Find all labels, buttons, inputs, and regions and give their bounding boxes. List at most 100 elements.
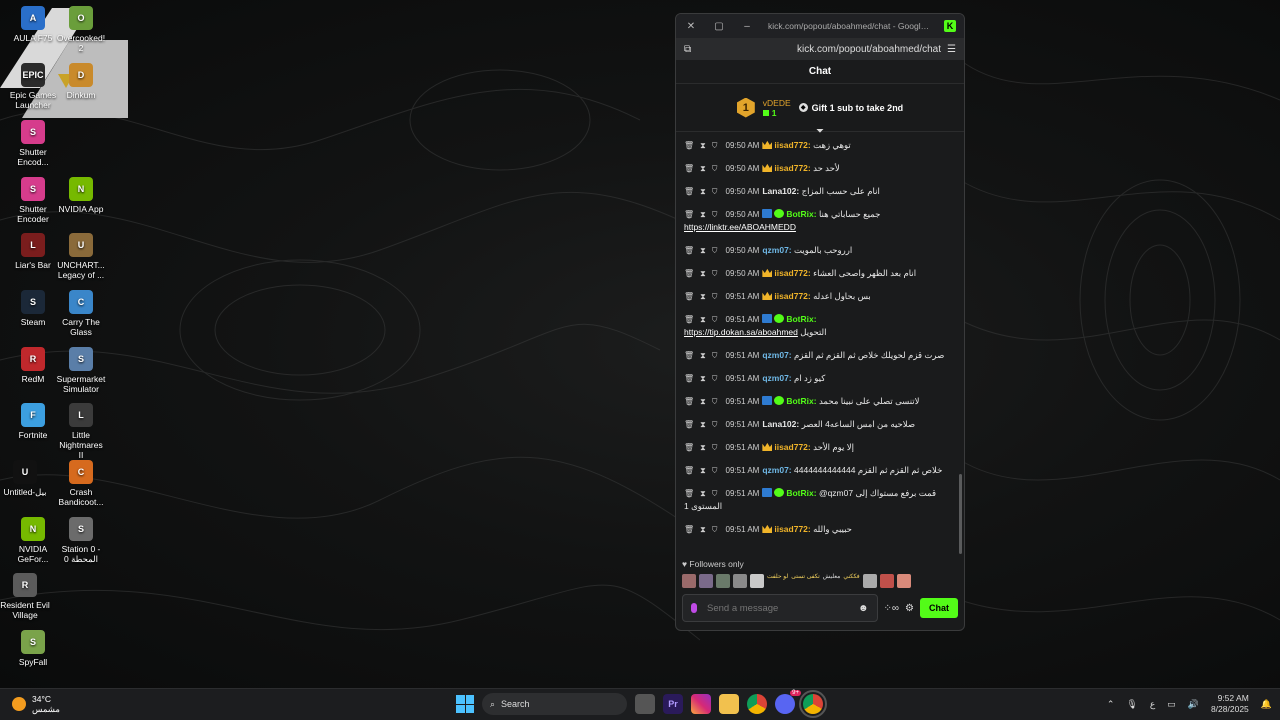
emote-item[interactable] <box>879 574 894 588</box>
moderation-tools-icon[interactable]: 🗑⧗⛉ <box>684 246 724 255</box>
emote-item[interactable] <box>733 574 747 588</box>
emote-text-item[interactable]: تكفى تستى <box>791 574 820 588</box>
network-icon[interactable]: ▭ <box>1167 699 1176 710</box>
moderation-tools-icon[interactable]: 🗑⧗⛉ <box>684 210 724 219</box>
moderation-tools-icon[interactable]: 🗑⧗⛉ <box>684 397 724 406</box>
desktop-shortcut[interactable]: U UNCHART... Legacy of ... <box>56 233 106 280</box>
message-link[interactable]: https://tip.dokan.sa/aboahmed <box>684 327 798 337</box>
emote-text-item[interactable]: لو حلفت <box>767 574 788 588</box>
desktop-shortcut[interactable]: N NVIDIA App <box>56 177 106 214</box>
chat-message[interactable]: 🗑⧗⛉ 09:51 AM iisad772: حبيبي والله <box>684 518 948 541</box>
message-username[interactable]: qzm07: <box>762 465 791 475</box>
message-username[interactable]: BotRix: <box>786 314 816 324</box>
moderation-tools-icon[interactable]: 🗑⧗⛉ <box>684 443 724 452</box>
desktop-shortcut[interactable]: F Fortnite <box>8 403 58 440</box>
desktop-shortcut[interactable]: C Crash Bandicoot... <box>56 460 106 507</box>
close-icon[interactable]: ✕ <box>684 21 698 32</box>
premiere-pro-icon[interactable]: Pr <box>663 694 683 714</box>
chat-message[interactable]: 🗑⧗⛉ 09:51 AM qzm07: كيو زد ام <box>684 367 948 390</box>
desktop-shortcut[interactable]: S Station 0 - المحطة 0 <box>56 517 106 564</box>
moderation-tools-icon[interactable]: 🗑⧗⛉ <box>684 315 724 324</box>
moderation-tools-icon[interactable]: 🗑⧗⛉ <box>684 420 724 429</box>
desktop-shortcut[interactable]: S Shutter Encoder <box>8 177 58 224</box>
chrome-active-icon[interactable] <box>799 690 827 718</box>
desktop-shortcut[interactable]: EPIC Epic Games Launcher <box>8 63 58 110</box>
moderation-tools-icon[interactable]: 🗑⧗⛉ <box>684 489 724 498</box>
message-input-box[interactable]: ☻ <box>682 594 878 622</box>
chat-scrollbar[interactable] <box>959 474 962 554</box>
desktop-shortcut[interactable]: R Resident Evil Village <box>0 573 50 620</box>
minimize-icon[interactable]: – <box>740 21 754 32</box>
chrome-icon[interactable] <box>747 694 767 714</box>
settings-gear-icon[interactable]: ⚙ <box>905 603 914 614</box>
volume-icon[interactable]: 🔊 <box>1188 699 1199 710</box>
chat-message[interactable]: 🗑⧗⛉ 09:51 AM qzm07: صرت قزم لحويلك خلاص ثم… <box>684 344 948 367</box>
emote-item[interactable] <box>862 574 877 588</box>
windows-start-icon[interactable] <box>456 695 474 713</box>
chat-message[interactable]: 🗑⧗⛉ 09:50 AM iisad772: انام بعد الظهر واصح… <box>684 262 948 285</box>
file-explorer-icon[interactable] <box>719 694 739 714</box>
message-username[interactable]: iisad772: <box>774 442 810 452</box>
moderation-tools-icon[interactable]: 🗑⧗⛉ <box>684 525 724 534</box>
message-username[interactable]: BotRix: <box>786 396 816 406</box>
chat-message[interactable]: 🗑⧗⛉ 09:50 AM qzm07: ارروحب بالمويت <box>684 239 948 262</box>
gift-sub-prompt[interactable]: ◆ Gift 1 sub to take 2nd <box>798 103 903 113</box>
microphone-icon[interactable] <box>691 603 697 613</box>
desktop-shortcut[interactable]: D Dinkum <box>56 63 106 100</box>
taskbar-search[interactable]: ⌕ Search <box>482 693 627 715</box>
moderation-tools-icon[interactable]: 🗑⧗⛉ <box>684 187 724 196</box>
moderation-tools-icon[interactable]: 🗑⧗⛉ <box>684 164 724 173</box>
chat-message[interactable]: 🗑⧗⛉ 09:50 AM iisad772: لأحد حد <box>684 157 948 180</box>
message-username[interactable]: qzm07: <box>762 373 791 383</box>
desktop-shortcut[interactable]: O Overcooked! 2 <box>56 6 106 53</box>
clock[interactable]: 9:52 AM 8/28/2025 <box>1211 693 1249 715</box>
chat-message[interactable]: 🗑⧗⛉ 09:50 AM iisad772: توهي زهت <box>684 134 948 157</box>
desktop-shortcut[interactable]: S SpyFall <box>8 630 58 667</box>
moderation-tools-icon[interactable]: 🗑⧗⛉ <box>684 374 724 383</box>
chat-message[interactable]: 🗑⧗⛉ 09:50 AM BotRix: جميع حساباتي هنا https… <box>684 203 948 239</box>
emote-item[interactable] <box>699 574 713 588</box>
message-username[interactable]: iisad772: <box>774 140 810 150</box>
site-settings-icon[interactable]: ☰ <box>947 44 956 55</box>
message-username[interactable]: BotRix: <box>786 488 816 498</box>
emote-item[interactable] <box>896 574 911 588</box>
chat-message[interactable]: 🗑⧗⛉ 09:51 AM BotRix: https://tip.dokan.sa/… <box>684 308 948 344</box>
desktop-shortcut[interactable]: R RedM <box>8 347 58 384</box>
chat-message[interactable]: 🗑⧗⛉ 09:51 AM BotRix: لاتنسى تصلي على نبينا… <box>684 390 948 413</box>
language-indicator[interactable]: ع <box>1150 699 1155 710</box>
send-chat-button[interactable]: Chat <box>920 598 958 618</box>
notification-bell-icon[interactable]: 🔔 <box>1261 699 1272 710</box>
chat-message[interactable]: 🗑⧗⛉ 09:50 AM Lana102: انام على حسب المزاج <box>684 180 948 203</box>
chat-message[interactable]: 🗑⧗⛉ 09:51 AM BotRix: @qzm07 قمت برفع مستوا… <box>684 482 948 518</box>
desktop-shortcut[interactable]: N NVIDIA GeFor... <box>8 517 58 564</box>
desktop-shortcut[interactable]: S Shutter Encod... <box>8 120 58 167</box>
page-info-icon[interactable]: ⧉ <box>684 44 691 55</box>
desktop-shortcut[interactable]: L Little Nightmares II <box>56 403 106 460</box>
emote-text-item[interactable]: فككني <box>843 574 859 588</box>
message-username[interactable]: iisad772: <box>774 291 810 301</box>
moderation-tools-icon[interactable]: 🗑⧗⛉ <box>684 466 724 475</box>
moderation-tools-icon[interactable]: 🗑⧗⛉ <box>684 269 724 278</box>
message-username[interactable]: iisad772: <box>774 268 810 278</box>
quick-emotes-icon[interactable]: ⁘∞ <box>884 603 900 614</box>
message-username[interactable]: qzm07: <box>762 245 791 255</box>
desktop-shortcut[interactable]: S Supermarket Simulator <box>56 347 106 394</box>
emote-item[interactable] <box>750 574 764 588</box>
chat-message[interactable]: 🗑⧗⛉ 09:51 AM Lana102: صلاحيه من امس الساعه… <box>684 413 948 436</box>
moderation-tools-icon[interactable]: 🗑⧗⛉ <box>684 351 724 360</box>
message-username[interactable]: iisad772: <box>774 524 810 534</box>
gift-leaderboard[interactable]: 1 vDEDE 1 ◆ Gift 1 sub to take 2nd <box>676 84 964 132</box>
moderation-tools-icon[interactable]: 🗑⧗⛉ <box>684 141 724 150</box>
desktop-shortcut[interactable]: L Liar's Bar <box>8 233 58 270</box>
discord-icon[interactable]: 9+ <box>775 690 801 714</box>
message-username[interactable]: BotRix: <box>786 209 816 219</box>
emote-item[interactable] <box>716 574 730 588</box>
chat-message[interactable]: 🗑⧗⛉ 09:51 AM iisad772: إلا يوم الأحد <box>684 436 948 459</box>
chevron-up-icon[interactable]: ⌃ <box>1107 699 1115 710</box>
task-view-icon[interactable] <box>635 694 655 714</box>
emote-item[interactable] <box>682 574 696 588</box>
address-bar[interactable]: ⧉ kick.com/popout/aboahmed/chat ☰ <box>676 38 964 60</box>
chat-message[interactable]: 🗑⧗⛉ 09:51 AM qzm07: خلاص ثم القزم ثم القزم… <box>684 459 948 482</box>
message-link[interactable]: https://linktr.ee/ABOAHMEDD <box>684 222 796 232</box>
desktop-shortcut[interactable]: C Carry The Glass <box>56 290 106 337</box>
